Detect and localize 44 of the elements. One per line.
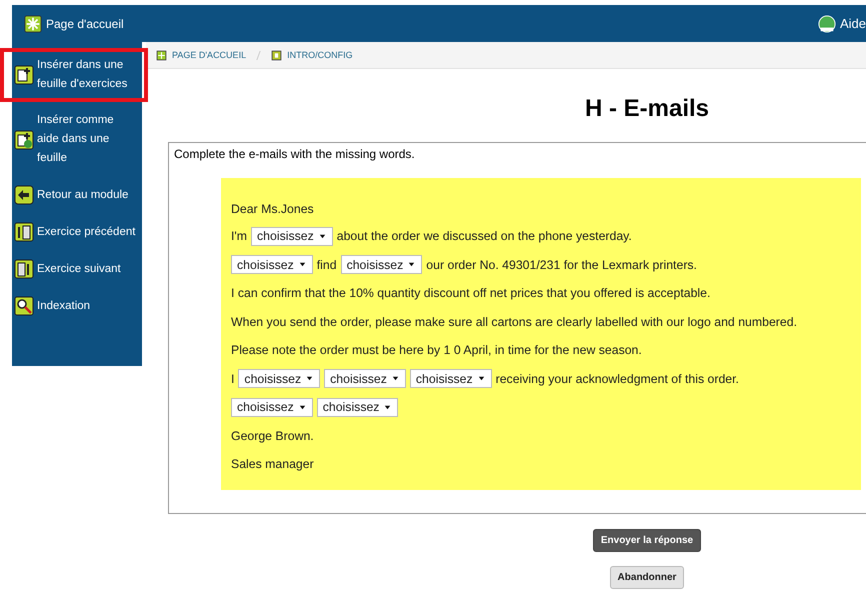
word-dropdown[interactable]: choisissez xyxy=(316,398,398,417)
email-text: Dear Ms.Jones xyxy=(231,202,314,216)
help-link[interactable]: Aide xyxy=(818,14,866,32)
instruction-text: Complete the e-mails with the missing words. xyxy=(174,147,416,161)
email-text: our order No. 49301/231 for the Lexmark printers. xyxy=(426,258,697,272)
email-text: I can confirm that the 10% quantity discount off net prices that you offered is acceptable. xyxy=(231,286,710,300)
sheet-plus-icon xyxy=(14,65,34,85)
door-icon xyxy=(14,259,34,279)
email-text: When you send the order, please make sure all cartons are clearly labelled with our logo and numbered. xyxy=(231,314,797,329)
word-dropdown[interactable]: choisissez xyxy=(410,369,492,388)
email-text: find xyxy=(316,258,337,272)
home-link[interactable]: Page d'accueil xyxy=(24,14,124,32)
email-text: George Brown. xyxy=(231,428,314,443)
word-dropdown[interactable]: choisissez xyxy=(238,369,320,388)
email-text: receiving your acknowledgment of this order. xyxy=(496,372,739,386)
sheet-plus-icon xyxy=(14,130,34,150)
word-dropdown[interactable]: choisissez xyxy=(324,369,406,388)
caret-icon xyxy=(298,402,307,412)
word-dropdown[interactable]: choisissez xyxy=(251,226,333,246)
sidebar-item[interactable]: Retour au module xyxy=(12,185,142,205)
email-text: I xyxy=(231,372,234,386)
door-icon xyxy=(14,222,34,242)
magnifier-icon xyxy=(14,296,34,316)
sidebar-item[interactable]: Indexation xyxy=(12,296,142,316)
caret-icon xyxy=(318,232,327,241)
sidebar-item[interactable]: Exercice suivant xyxy=(12,259,142,279)
sidebar-item[interactable]: Insérer comme aide dans une feuille xyxy=(12,111,142,168)
caret-icon xyxy=(383,402,392,412)
send-button[interactable]: Envoyer la réponse xyxy=(592,529,702,552)
breadcrumb-link[interactable]: PAGE D'ACCUEIL xyxy=(156,50,246,60)
page-title: H - E-mails xyxy=(584,94,710,124)
word-dropdown[interactable]: choisissez xyxy=(231,398,313,417)
sidebar-item[interactable]: Exercice précédent xyxy=(12,222,142,242)
email-text: Please note the order must be here by 1 0 April, in time for the new season. xyxy=(231,343,642,358)
email-text: I'm xyxy=(231,229,248,244)
word-dropdown[interactable]: choisissez xyxy=(231,255,313,274)
email-text: Sales manager xyxy=(231,457,314,472)
email-text: about the order we discussed on the phone yesterday. xyxy=(336,229,632,244)
page-icon xyxy=(271,50,282,60)
grid-icon xyxy=(156,50,167,60)
word-dropdown[interactable]: choisissez xyxy=(340,255,422,274)
cancel-button[interactable]: Abandonner xyxy=(610,566,684,589)
breadcrumb-link[interactable]: INTRO/CONFIG xyxy=(271,50,353,60)
sidebar-item[interactable]: Insérer dans une feuille d'exercices xyxy=(12,56,142,94)
